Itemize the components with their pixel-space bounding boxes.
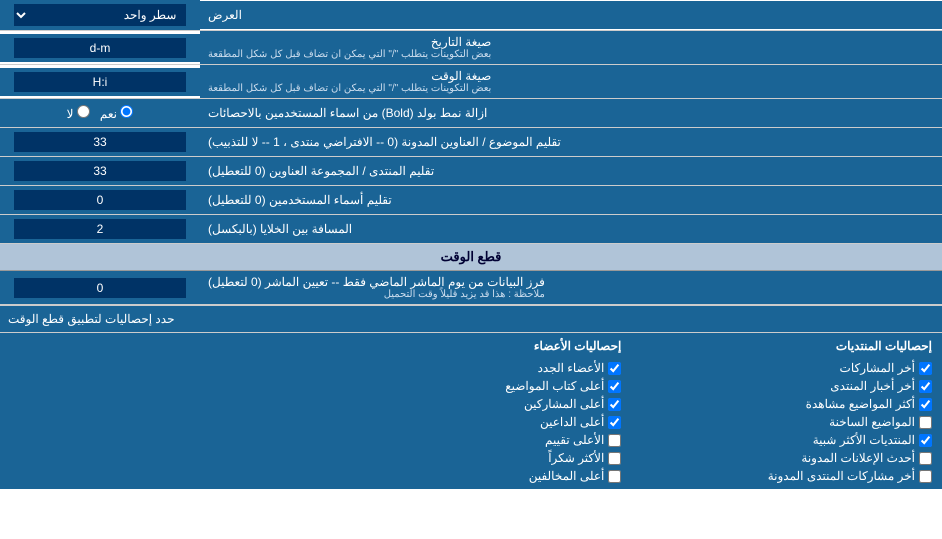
time-cutoff-label: فرز البيانات من يوم الماشر الماضي فقط --… <box>200 271 942 304</box>
radio-yes[interactable] <box>120 105 133 118</box>
cb-top-writers-input[interactable] <box>608 380 621 393</box>
forum-trim-row: تقليم المنتدى / المجموعة العناوين (0 للت… <box>0 157 942 186</box>
stats-limit-row: حدد إحصاليات لتطبيق قطع الوقت <box>0 305 942 333</box>
time-format-field[interactable] <box>14 72 187 92</box>
member-stats-col: إحصاليات الأعضاء الأعضاء الجدد أعلى كتاب… <box>321 339 622 483</box>
main-container: العرض سطر واحد سطران ثلاثة أسطر صيغة الت… <box>0 0 942 489</box>
checkboxes-area: إحصاليات المنتديات أخر المشاركات أخر أخب… <box>0 333 942 489</box>
cb-top-participants-input[interactable] <box>608 398 621 411</box>
forum-trim-input[interactable] <box>0 157 200 185</box>
topic-trim-row: تقليم الموضوع / العناوين المدونة (0 -- ا… <box>0 128 942 157</box>
cell-spacing-field[interactable] <box>14 219 187 239</box>
cb-hot-topics-input[interactable] <box>919 416 932 429</box>
time-cutoff-row: فرز البيانات من يوم الماشر الماضي فقط --… <box>0 271 942 305</box>
time-format-label: صيغة الوقت بعض التكوينات يتطلب "/" التي … <box>200 65 942 98</box>
date-format-label: صيغة التاريخ بعض التكوينات يتطلب "/" الت… <box>200 31 942 64</box>
cb-recent-posts-input[interactable] <box>919 362 932 375</box>
cell-spacing-row: المسافة بين الخلايا (بالبكسل) <box>0 215 942 244</box>
remove-bold-label: ازالة نمط بولد (Bold) من اسماء المستخدمي… <box>200 99 942 127</box>
forum-stats-title: إحصاليات المنتديات <box>631 339 932 353</box>
cb-forum-news-input[interactable] <box>919 380 932 393</box>
radio-no[interactable] <box>77 105 90 118</box>
date-format-input[interactable]: d-m <box>0 34 200 62</box>
cb-latest-announcements-input[interactable] <box>919 452 932 465</box>
remove-bold-input: نعم لا <box>0 99 200 127</box>
display-input[interactable]: سطر واحد سطران ثلاثة أسطر <box>0 0 200 30</box>
right-spacer-col <box>10 339 311 483</box>
member-stats-title: إحصاليات الأعضاء <box>321 339 622 353</box>
cb-top-rated: الأعلى تقييم <box>321 433 622 447</box>
cb-top-participants: أعلى المشاركين <box>321 397 622 411</box>
cb-top-inviters: أعلى الداعين <box>321 415 622 429</box>
cb-most-viewed: أكثر المواضيع مشاهدة <box>631 397 932 411</box>
cb-similar-forums-input[interactable] <box>919 434 932 447</box>
cb-new-members: الأعضاء الجدد <box>321 361 622 375</box>
cb-forum-news: أخر أخبار المنتدى <box>631 379 932 393</box>
topic-trim-label: تقليم الموضوع / العناوين المدونة (0 -- ا… <box>200 128 942 156</box>
cb-top-writers: أعلى كتاب المواضيع <box>321 379 622 393</box>
remove-bold-row: ازالة نمط بولد (Bold) من اسماء المستخدمي… <box>0 99 942 128</box>
cb-latest-announcements: أحدث الإعلانات المدونة <box>631 451 932 465</box>
forum-trim-label: تقليم المنتدى / المجموعة العناوين (0 للت… <box>200 157 942 185</box>
cb-top-rated-input[interactable] <box>608 434 621 447</box>
topic-trim-field[interactable] <box>14 132 187 152</box>
cb-hot-topics: المواضيع الساخنة <box>631 415 932 429</box>
stats-limit-label: حدد إحصاليات لتطبيق قطع الوقت <box>0 306 942 332</box>
cb-similar-forums: المنتديات الأكثر شبية <box>631 433 932 447</box>
remove-bold-radios: نعم لا <box>67 105 134 121</box>
user-trim-input[interactable] <box>0 186 200 214</box>
time-cutoff-field[interactable] <box>14 278 187 298</box>
display-select[interactable]: سطر واحد سطران ثلاثة أسطر <box>14 4 187 26</box>
section-header: قطع الوقت <box>0 244 942 271</box>
cb-most-viewed-input[interactable] <box>919 398 932 411</box>
cb-top-violators: أعلى المخالفين <box>321 469 622 483</box>
topic-trim-input[interactable] <box>0 128 200 156</box>
time-cutoff-input[interactable] <box>0 271 200 304</box>
user-trim-row: تقليم أسماء المستخدمين (0 للتعطيل) <box>0 186 942 215</box>
time-format-input[interactable] <box>0 68 200 96</box>
forum-trim-field[interactable] <box>14 161 187 181</box>
cb-most-thanks: الأكثر شكراً <box>321 451 622 465</box>
time-format-row: صيغة الوقت بعض التكوينات يتطلب "/" التي … <box>0 65 942 99</box>
display-label: العرض <box>200 1 942 29</box>
cb-recent-posts: أخر المشاركات <box>631 361 932 375</box>
date-format-row: صيغة التاريخ بعض التكوينات يتطلب "/" الت… <box>0 31 942 65</box>
cell-spacing-input[interactable] <box>0 215 200 243</box>
user-trim-field[interactable] <box>14 190 187 210</box>
cb-forum-last-posts-input[interactable] <box>919 470 932 483</box>
display-row: العرض سطر واحد سطران ثلاثة أسطر <box>0 0 942 31</box>
cb-top-violators-input[interactable] <box>608 470 621 483</box>
forum-stats-col: إحصاليات المنتديات أخر المشاركات أخر أخب… <box>631 339 932 483</box>
cb-new-members-input[interactable] <box>608 362 621 375</box>
date-format-field[interactable]: d-m <box>14 38 187 58</box>
cb-forum-last-posts: أخر مشاركات المنتدى المدونة <box>631 469 932 483</box>
radio-yes-label: نعم <box>100 105 133 121</box>
cb-top-inviters-input[interactable] <box>608 416 621 429</box>
cb-most-thanks-input[interactable] <box>608 452 621 465</box>
cell-spacing-label: المسافة بين الخلايا (بالبكسل) <box>200 215 942 243</box>
radio-no-label: لا <box>67 105 90 121</box>
user-trim-label: تقليم أسماء المستخدمين (0 للتعطيل) <box>200 186 942 214</box>
